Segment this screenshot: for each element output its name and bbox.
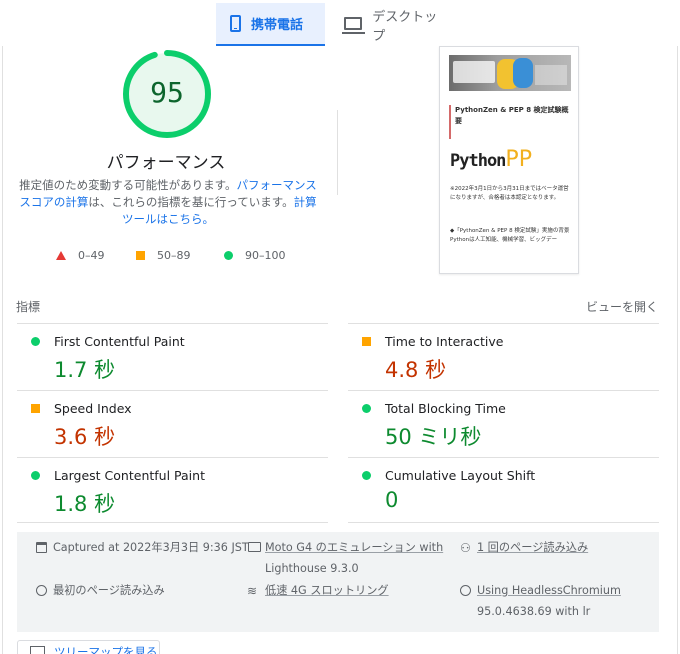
thumbnail-section: ◆「PythonZen & PEP 8 検定試験」実施の背景 Pythonは人工…	[450, 228, 570, 243]
smartphone-icon	[230, 15, 241, 32]
treemap-icon	[30, 646, 45, 654]
pass-circle-icon	[31, 337, 40, 346]
python-pp-logo: PythonPP	[450, 147, 532, 172]
people-icon: ⚇	[460, 541, 471, 555]
thumbnail-banner-image	[449, 55, 571, 91]
browser-version[interactable]: Using HeadlessChromium 95.0.4638.69 with…	[458, 580, 621, 622]
initial-page-load: 最初のページ読み込み	[34, 580, 165, 601]
metric-total-blocking-time: Total Blocking Time 50 ミリ秒	[348, 391, 658, 457]
view-treemap-label: ツリーマップを見る	[54, 645, 158, 654]
metric-value: 50 ミリ秒	[385, 425, 482, 449]
metric-name: Largest Contentful Paint	[54, 468, 205, 483]
square-icon	[136, 251, 145, 260]
tab-desktop-label: デスクトップ	[372, 9, 438, 44]
legend-fail: 0–49	[56, 249, 105, 262]
vertical-divider	[337, 110, 338, 195]
page-loads[interactable]: ⚇ 1 回のページ読み込み	[458, 537, 588, 558]
thumbnail-header	[448, 47, 572, 62]
view-toggle-button[interactable]: ビューを開く	[572, 298, 658, 315]
metric-value: 3.6 秒	[54, 425, 116, 449]
metric-time-to-interactive: Time to Interactive 4.8 秒	[348, 324, 658, 390]
legend-pass: 90–100	[224, 249, 286, 262]
metric-name: Time to Interactive	[385, 334, 504, 349]
divider	[348, 522, 659, 523]
divider	[17, 522, 328, 523]
performance-title: パフォーマンス	[106, 153, 226, 173]
desc-text-2: は、これらの指標を基に行っています。	[88, 195, 294, 209]
triangle-icon	[56, 251, 66, 260]
metric-largest-contentful-paint: Largest Contentful Paint 1.8 秒	[17, 458, 327, 524]
chrome-icon	[460, 585, 471, 596]
metric-value: 0	[385, 488, 399, 512]
pass-circle-icon	[362, 404, 371, 413]
pass-circle-icon	[362, 471, 371, 480]
legend-fail-range: 0–49	[78, 249, 105, 262]
metric-name: First Contentful Paint	[54, 334, 185, 349]
average-square-icon	[31, 404, 40, 413]
metric-name: Total Blocking Time	[385, 401, 506, 416]
metric-speed-index: Speed Index 3.6 秒	[17, 391, 327, 457]
captured-at: Captured at 2022年3月3日 9:36 JST	[34, 537, 249, 558]
metric-value: 1.8 秒	[54, 492, 116, 516]
metric-name: Speed Index	[54, 401, 132, 416]
tab-desktop[interactable]: デスクトップ	[330, 3, 460, 46]
metric-value: 4.8 秒	[385, 358, 447, 382]
metric-cumulative-layout-shift: Cumulative Layout Shift 0	[348, 458, 658, 524]
legend-average: 50–89	[136, 249, 191, 262]
page-screenshot-thumbnail[interactable]: PythonZen & PEP 8 検定試験概要 PythonPP ※2022年…	[439, 46, 579, 274]
performance-description: 推定値のため変動する可能性があります。パフォーマンス スコアの計算は、これらの指…	[16, 177, 320, 228]
pass-circle-icon	[31, 471, 40, 480]
legend-average-range: 50–89	[157, 249, 191, 262]
timer-icon	[36, 585, 47, 596]
wifi-icon: ≋	[247, 584, 258, 598]
emulated-device[interactable]: Moto G4 のエミュレーション with Lighthouse 9.3.0	[246, 537, 443, 579]
circle-icon	[224, 251, 233, 260]
thumbnail-paragraph: ※2022年3月1日から3月31日まではベータ運営になりますが、合格者は本認定と…	[450, 186, 569, 201]
metric-name: Cumulative Layout Shift	[385, 468, 536, 483]
tab-mobile-label: 携帯電話	[251, 18, 304, 33]
network-throttling[interactable]: ≋ 低速 4G スロットリング	[246, 580, 389, 601]
tab-mobile[interactable]: 携帯電話	[216, 3, 325, 46]
panel-border-left	[2, 46, 3, 654]
device-tabs: 携帯電話 デスクトップ	[0, 0, 680, 46]
laptop-icon	[341, 16, 366, 34]
metric-first-contentful-paint: First Contentful Paint 1.7 秒	[17, 324, 327, 390]
desc-text-1: 推定値のため変動する可能性があります。	[19, 178, 237, 192]
thumbnail-title: PythonZen & PEP 8 検定試験概要	[449, 105, 571, 139]
metric-value: 1.7 秒	[54, 358, 116, 382]
panel-border-right	[677, 46, 678, 654]
metrics-heading: 指標	[16, 300, 41, 314]
runtime-settings-panel: Captured at 2022年3月3日 9:36 JST Moto G4 の…	[17, 532, 659, 632]
calendar-icon	[36, 542, 47, 553]
devices-icon	[248, 542, 261, 552]
view-treemap-button[interactable]: ツリーマップを見る	[17, 640, 160, 654]
average-square-icon	[362, 337, 371, 346]
legend-pass-range: 90–100	[245, 249, 286, 262]
performance-score: 95	[150, 76, 184, 109]
